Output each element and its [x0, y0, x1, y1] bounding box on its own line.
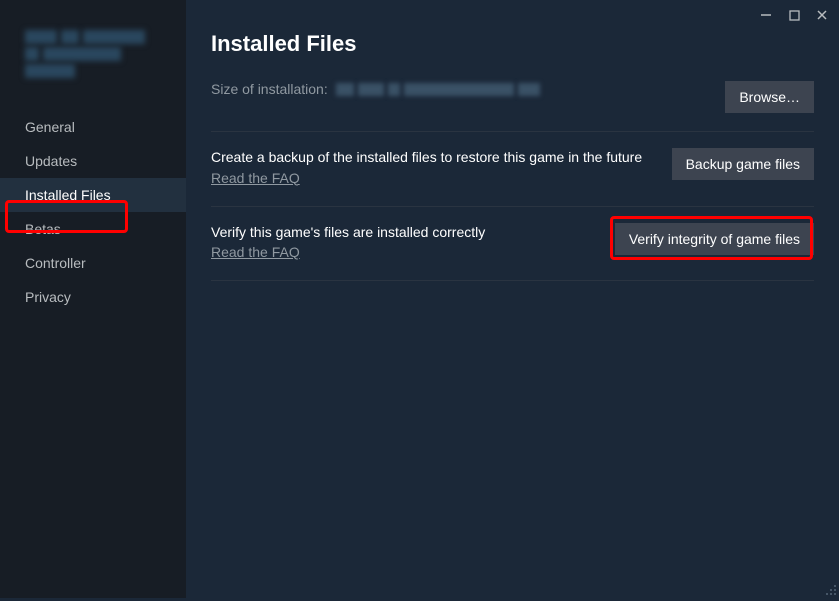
- nav-items: General Updates Installed Files Betas Co…: [0, 110, 186, 314]
- nav-item-updates[interactable]: Updates: [0, 144, 186, 178]
- nav-item-privacy[interactable]: Privacy: [0, 280, 186, 314]
- verify-desc: Verify this game's files are installed c…: [211, 223, 595, 243]
- sidebar: General Updates Installed Files Betas Co…: [0, 0, 186, 598]
- close-icon[interactable]: [815, 8, 829, 22]
- nav-item-general[interactable]: General: [0, 110, 186, 144]
- main-panel: Installed Files Size of installation: Br…: [186, 0, 839, 598]
- nav-item-controller[interactable]: Controller: [0, 246, 186, 280]
- nav-item-betas[interactable]: Betas: [0, 212, 186, 246]
- size-label: Size of installation:: [211, 81, 328, 97]
- size-section: Size of installation: Browse…: [211, 81, 814, 132]
- verify-section: Verify this game's files are installed c…: [211, 223, 814, 282]
- nav-item-installed-files[interactable]: Installed Files: [0, 178, 186, 212]
- resize-grip-icon[interactable]: [823, 582, 837, 596]
- game-title-blurred: [25, 30, 166, 78]
- backup-button[interactable]: Backup game files: [672, 148, 814, 180]
- backup-desc: Create a backup of the installed files t…: [211, 148, 652, 168]
- backup-section: Create a backup of the installed files t…: [211, 148, 814, 207]
- maximize-icon[interactable]: [787, 8, 801, 22]
- backup-faq-link[interactable]: Read the FAQ: [211, 170, 300, 186]
- game-title-area: [0, 30, 186, 98]
- verify-faq-link[interactable]: Read the FAQ: [211, 244, 300, 260]
- page-title: Installed Files: [211, 31, 814, 57]
- window-controls: [759, 8, 829, 22]
- verify-button[interactable]: Verify integrity of game files: [615, 223, 814, 255]
- browse-button[interactable]: Browse…: [725, 81, 814, 113]
- minimize-icon[interactable]: [759, 8, 773, 22]
- size-value-blurred: [336, 83, 540, 96]
